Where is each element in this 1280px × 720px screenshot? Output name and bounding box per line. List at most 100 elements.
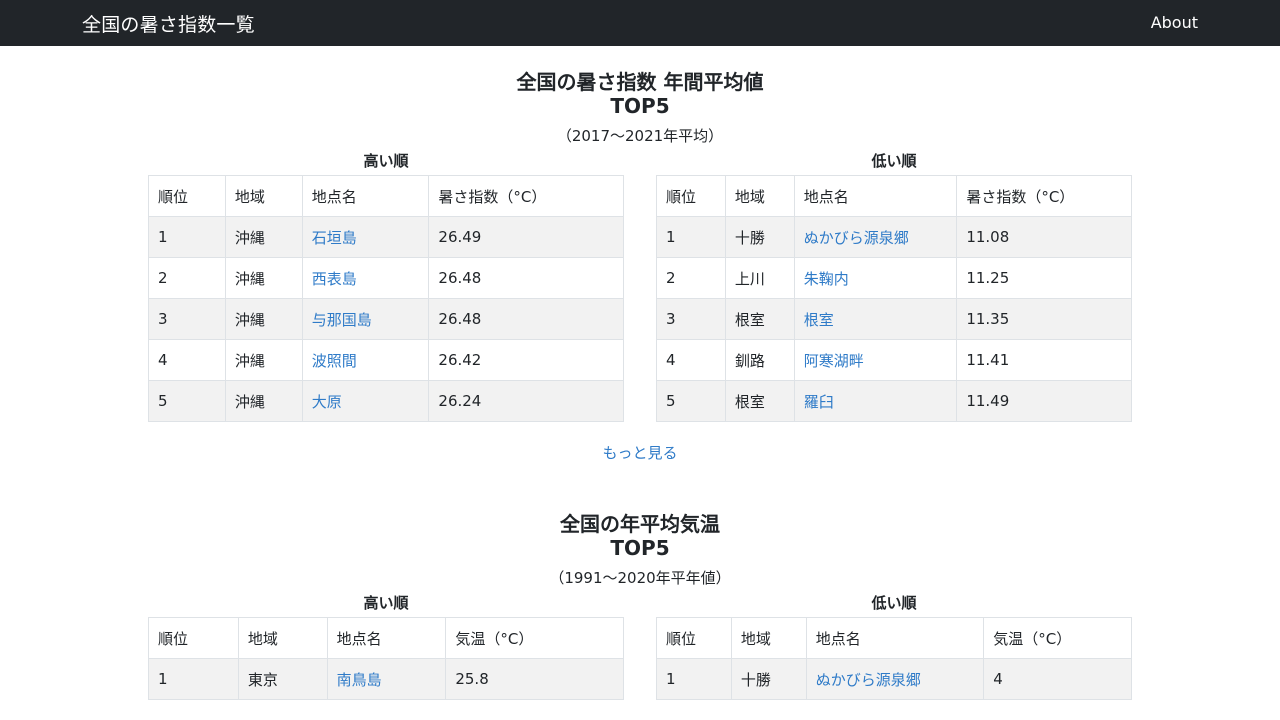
wbgt-high-heading: 高い順: [363, 152, 409, 170]
temp-low-table: 順位 地域 地点名 気温（°C） 1 十勝 ぬかびら源泉郷 4: [656, 617, 1132, 700]
rank-cell: 2: [656, 257, 726, 299]
station-cell: 大原: [301, 380, 430, 422]
station-link[interactable]: 根室: [804, 311, 834, 329]
region-cell: 根室: [724, 298, 795, 340]
column-header-rank: 順位: [148, 617, 239, 659]
table-row: 1 十勝 ぬかびら源泉郷 4: [656, 658, 1132, 700]
wbgt-subtitle: TOP5: [610, 94, 670, 118]
column-header-station: 地点名: [326, 617, 447, 659]
table-row: 4 沖縄 波照間 26.42: [148, 339, 624, 381]
rank-cell: 1: [148, 216, 226, 258]
station-cell: 西表島: [301, 257, 430, 299]
table-row: 5 根室 羅臼 11.49: [656, 380, 1132, 422]
table-header-row: 順位 地域 地点名 気温（°C）: [656, 617, 1132, 659]
station-link[interactable]: ぬかびら源泉郷: [804, 229, 909, 247]
wbgt-title: 全国の暑さ指数 年間平均値: [516, 70, 764, 94]
temp-section-header: 全国の年平均気温 TOP5 （1991～2020年平年値）: [0, 512, 1280, 588]
region-cell: 根室: [724, 380, 795, 422]
region-cell: 沖縄: [224, 339, 303, 381]
table-row: 5 沖縄 大原 26.24: [148, 380, 624, 422]
value-cell: 26.48: [428, 257, 624, 299]
station-link[interactable]: 西表島: [312, 270, 357, 288]
rank-cell: 1: [148, 658, 239, 700]
table-row: 2 上川 朱鞠内 11.25: [656, 257, 1132, 299]
station-cell: ぬかびら源泉郷: [793, 216, 958, 258]
wbgt-high-table: 順位 地域 地点名 暑さ指数（°C） 1 沖縄 石垣島 26.49 2 沖縄 西…: [148, 175, 624, 422]
rank-cell: 1: [656, 216, 726, 258]
wbgt-section-header: 全国の暑さ指数 年間平均値 TOP5 （2017～2021年平均）: [0, 70, 1280, 146]
column-header-wbgt: 暑さ指数（°C）: [428, 175, 624, 217]
navbar: 全国の暑さ指数一覧 About: [0, 0, 1280, 46]
station-link[interactable]: ぬかびら源泉郷: [816, 671, 921, 689]
station-link[interactable]: 羅臼: [804, 393, 834, 411]
region-cell: 沖縄: [224, 216, 303, 258]
column-header-region: 地域: [224, 175, 303, 217]
column-header-wbgt: 暑さ指数（°C）: [956, 175, 1132, 217]
column-header-rank: 順位: [656, 175, 726, 217]
table-row: 1 東京 南鳥島 25.8: [148, 658, 624, 700]
rank-cell: 2: [148, 257, 226, 299]
station-cell: 波照間: [301, 339, 430, 381]
rank-cell: 3: [656, 298, 726, 340]
station-cell: 朱鞠内: [793, 257, 958, 299]
value-cell: 11.25: [956, 257, 1132, 299]
column-header-rank: 順位: [148, 175, 226, 217]
station-link[interactable]: 大原: [312, 393, 342, 411]
wbgt-low-table: 順位 地域 地点名 暑さ指数（°C） 1 十勝 ぬかびら源泉郷 11.08 2 …: [656, 175, 1132, 422]
value-cell: 11.08: [956, 216, 1132, 258]
region-cell: 釧路: [724, 339, 795, 381]
column-header-region: 地域: [724, 175, 795, 217]
table-row: 4 釧路 阿寒湖畔 11.41: [656, 339, 1132, 381]
about-link[interactable]: About: [1151, 13, 1198, 32]
station-link[interactable]: 南鳥島: [337, 671, 382, 689]
station-link[interactable]: 波照間: [312, 352, 357, 370]
station-link[interactable]: 朱鞠内: [804, 270, 849, 288]
column-header-region: 地域: [237, 617, 328, 659]
column-header-temp: 気温（°C）: [445, 617, 624, 659]
region-cell: 東京: [237, 658, 328, 700]
wbgt-low-heading: 低い順: [871, 152, 917, 170]
station-link[interactable]: 石垣島: [312, 229, 357, 247]
station-cell: 与那国島: [301, 298, 430, 340]
temp-title: 全国の年平均気温: [560, 512, 720, 536]
rank-cell: 4: [148, 339, 226, 381]
rank-cell: 5: [656, 380, 726, 422]
wbgt-more-wrap: もっと見る: [0, 442, 1280, 463]
region-cell: 沖縄: [224, 380, 303, 422]
more-link[interactable]: もっと見る: [602, 444, 677, 462]
value-cell: 4: [983, 658, 1132, 700]
station-cell: 羅臼: [793, 380, 958, 422]
table-header-row: 順位 地域 地点名 暑さ指数（°C）: [148, 175, 624, 217]
rank-cell: 5: [148, 380, 226, 422]
column-header-temp: 気温（°C）: [983, 617, 1132, 659]
station-link[interactable]: 与那国島: [312, 311, 372, 329]
temp-period: （1991～2020年平年値）: [549, 569, 731, 587]
station-cell: 南鳥島: [326, 658, 447, 700]
table-row: 1 十勝 ぬかびら源泉郷 11.08: [656, 216, 1132, 258]
value-cell: 11.35: [956, 298, 1132, 340]
rank-cell: 3: [148, 298, 226, 340]
column-header-station: 地点名: [805, 617, 985, 659]
table-header-row: 順位 地域 地点名 気温（°C）: [148, 617, 624, 659]
station-cell: 阿寒湖畔: [793, 339, 958, 381]
table-header-row: 順位 地域 地点名 暑さ指数（°C）: [656, 175, 1132, 217]
wbgt-period: （2017～2021年平均）: [556, 127, 724, 145]
value-cell: 25.8: [445, 658, 624, 700]
region-cell: 沖縄: [224, 298, 303, 340]
value-cell: 26.42: [428, 339, 624, 381]
table-row: 2 沖縄 西表島 26.48: [148, 257, 624, 299]
temp-low-heading: 低い順: [871, 594, 917, 612]
station-cell: ぬかびら源泉郷: [805, 658, 985, 700]
region-cell: 沖縄: [224, 257, 303, 299]
table-row: 3 根室 根室 11.35: [656, 298, 1132, 340]
column-header-station: 地点名: [793, 175, 958, 217]
temp-subtitle: TOP5: [610, 536, 670, 560]
rank-cell: 1: [656, 658, 732, 700]
value-cell: 26.48: [428, 298, 624, 340]
table-row: 1 沖縄 石垣島 26.49: [148, 216, 624, 258]
region-cell: 十勝: [724, 216, 795, 258]
site-brand-link[interactable]: 全国の暑さ指数一覧: [82, 10, 255, 37]
value-cell: 11.49: [956, 380, 1132, 422]
station-cell: 根室: [793, 298, 958, 340]
station-link[interactable]: 阿寒湖畔: [804, 352, 864, 370]
